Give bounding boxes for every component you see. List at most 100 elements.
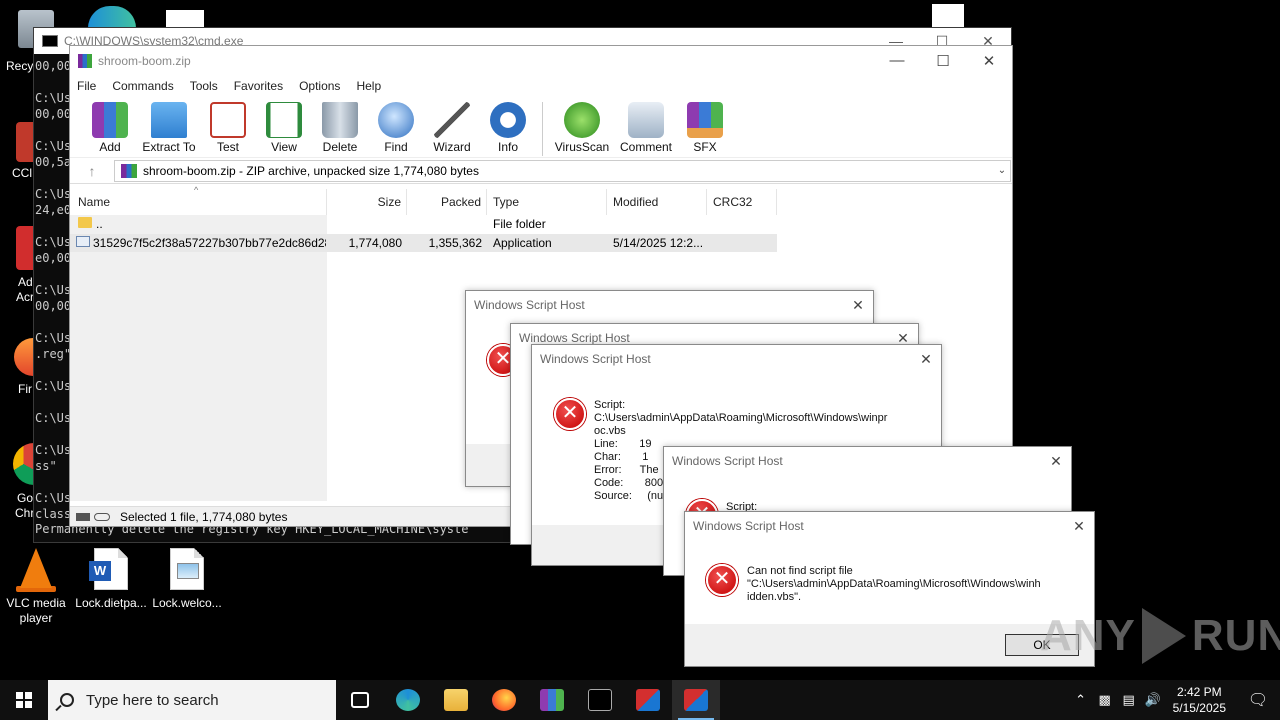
script-host-icon — [684, 689, 708, 711]
close-icon[interactable]: ✕ — [911, 351, 941, 368]
table-row[interactable]: 31529c7f5c2f38a57227b307bb77e2dc86d28...… — [70, 234, 777, 252]
winrar-titlebar[interactable]: shroom-boom.zip — ☐ ✕ — [70, 46, 1012, 76]
start-button[interactable] — [0, 680, 48, 720]
firefox-icon — [492, 689, 516, 711]
acrobat-icon — [16, 226, 34, 270]
column-header-label: Packed — [440, 195, 481, 209]
desktop-icon-lock-welco[interactable]: Lock.welco... — [149, 548, 225, 611]
menu-commands[interactable]: Commands — [112, 79, 173, 93]
desktop-fragment-chrome-2[interactable]: Chr — [15, 506, 34, 520]
comment-button[interactable]: Comment — [615, 102, 677, 154]
view-button[interactable]: View — [256, 102, 312, 154]
network-icon[interactable]: ▤ — [1117, 692, 1141, 708]
error-message: Can not find script file "C:\Users\admin… — [747, 565, 1041, 603]
cmd-line — [35, 426, 71, 442]
info-label: Info — [497, 140, 518, 154]
taskbar-firefox[interactable] — [480, 680, 528, 720]
cmd-line: C:\Us — [35, 491, 72, 505]
cmd-line: C:\Us — [35, 331, 72, 345]
minimize-icon[interactable]: — — [874, 52, 920, 70]
row-type: Application — [493, 236, 552, 250]
sfx-button[interactable]: SFX — [677, 102, 733, 154]
close-icon[interactable]: ✕ — [1041, 453, 1071, 470]
notification-icon[interactable]: 🗨 — [1236, 690, 1280, 710]
menu-file[interactable]: File — [77, 79, 96, 93]
table-row[interactable]: .. File folder — [70, 215, 777, 233]
cmd-line: e0,00 — [35, 251, 72, 265]
taskbar-script-host[interactable] — [624, 680, 672, 720]
watermark-right: RUN — [1191, 611, 1280, 660]
desktop-fragment-ccleaner[interactable]: CCl — [12, 166, 32, 180]
close-icon[interactable]: ✕ — [843, 297, 873, 314]
close-icon[interactable]: ✕ — [1064, 518, 1094, 535]
extract-to-button[interactable]: Extract To — [138, 102, 200, 154]
column-header-crc32[interactable]: CRC32 — [707, 189, 777, 215]
cmd-line — [35, 362, 71, 378]
find-button[interactable]: Find — [368, 102, 424, 154]
maximize-icon[interactable]: ☐ — [920, 52, 966, 70]
column-header-size[interactable]: Size — [327, 189, 407, 215]
desktop-icon-vlc[interactable]: VLC media player — [0, 548, 74, 626]
taskbar-cmd[interactable] — [576, 680, 624, 720]
vlc-icon — [16, 548, 56, 592]
menu-tools[interactable]: Tools — [190, 79, 218, 93]
up-arrow-icon[interactable]: ↑ — [70, 163, 114, 179]
clock[interactable]: 2:42 PM 5/15/2025 — [1173, 684, 1226, 716]
desktop-fragment-firefox[interactable]: Fir — [18, 382, 32, 396]
toolbar: Add Extract To Test View Delete Find Wiz… — [70, 96, 1012, 158]
cmd-line: C:\Us — [35, 283, 72, 297]
chevron-up-icon[interactable]: ⌃ — [1069, 692, 1093, 708]
column-header-type[interactable]: Type — [487, 189, 607, 215]
archive-path: shroom-boom.zip - ZIP archive, unpacked … — [143, 163, 479, 178]
system-tray: ⌃ ▩ ▤ 🔊 2:42 PM 5/15/2025 🗨 — [1069, 680, 1280, 720]
menu-help[interactable]: Help — [356, 79, 381, 93]
virusscan-button[interactable]: VirusScan — [549, 102, 615, 154]
cmd-line — [35, 122, 71, 138]
delete-button[interactable]: Delete — [312, 102, 368, 154]
column-header-packed[interactable]: Packed — [407, 189, 487, 215]
add-button[interactable]: Add — [82, 102, 138, 154]
row-modified: 5/14/2025 12:2... — [613, 236, 703, 250]
cmd-line: C:\Us — [35, 443, 72, 457]
column-header-label: Modified — [613, 195, 659, 209]
cmd-line: C:\Us — [35, 139, 72, 153]
archive-path-combo[interactable]: shroom-boom.zip - ZIP archive, unpacked … — [114, 159, 1011, 182]
edge-icon — [396, 689, 420, 711]
desktop-fragment-chrome-1[interactable]: Go — [17, 491, 33, 505]
taskbar-edge[interactable] — [384, 680, 432, 720]
menu-options[interactable]: Options — [299, 79, 340, 93]
key-icon — [94, 512, 110, 521]
desktop-fragment-recycle[interactable]: Recy — [6, 59, 33, 73]
cmd-output: 00,00 C:\Us 00,00 C:\Us 00,5a C:\Us 24,e0 C… — [35, 58, 71, 522]
close-icon[interactable]: ✕ — [966, 52, 1012, 70]
add-label: Add — [99, 140, 121, 154]
desktop-fragment-acrobat-1[interactable]: Ad — [18, 275, 33, 289]
clock-date: 5/15/2025 — [1172, 701, 1226, 715]
desktop-icon-lock-dietpa[interactable]: W Lock.dietpa... — [73, 548, 149, 611]
menu-favorites[interactable]: Favorites — [234, 79, 283, 93]
column-header-name[interactable]: Name ^ — [70, 185, 327, 215]
taskbar-search[interactable]: Type here to search — [48, 680, 336, 720]
taskbar-winrar[interactable] — [528, 680, 576, 720]
volume-icon[interactable]: 🔊 — [1141, 692, 1165, 708]
desktop-fragment-acrobat-2[interactable]: Acr — [16, 290, 34, 304]
script-host-dialog-5[interactable]: Windows Script Host ✕ ✕ Can not find scri… — [684, 511, 1095, 667]
cmd-line: C:\Us — [35, 91, 72, 105]
desktop-icon-label: VLC media — [6, 596, 66, 610]
monitor-icon[interactable]: ▩ — [1093, 692, 1117, 708]
chevron-down-icon[interactable]: ⌄ — [994, 165, 1010, 176]
test-button[interactable]: Test — [200, 102, 256, 154]
cmd-line — [35, 474, 71, 490]
menu-bar: File Commands Tools Favorites Options He… — [70, 76, 1012, 96]
document-desktop-icon[interactable] — [166, 10, 204, 28]
wizard-button[interactable]: Wizard — [424, 102, 480, 154]
edge-desktop-icon[interactable] — [88, 6, 136, 28]
dialog-title: Windows Script Host — [540, 352, 651, 366]
cmd-line: .reg" — [35, 347, 72, 361]
clock-time: 2:42 PM — [1176, 685, 1222, 699]
column-header-modified[interactable]: Modified — [607, 189, 707, 215]
taskbar-script-host-active[interactable] — [672, 680, 720, 720]
task-view-button[interactable] — [336, 680, 384, 720]
taskbar-file-explorer[interactable] — [432, 680, 480, 720]
info-button[interactable]: Info — [480, 102, 536, 154]
